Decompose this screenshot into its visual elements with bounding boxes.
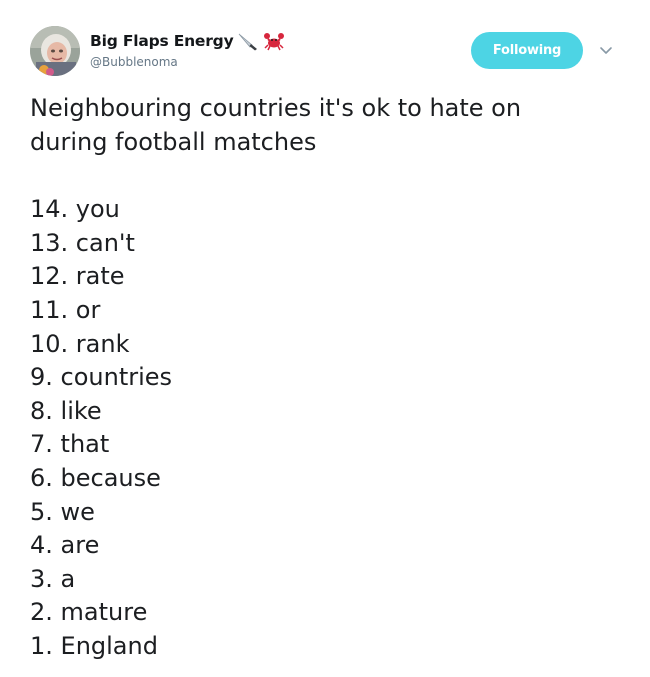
tweet-header: Big Flaps Energy @Bubblenoma Following: [30, 26, 630, 80]
list-item: 13. can't: [30, 228, 135, 257]
display-name[interactable]: Big Flaps Energy: [90, 32, 234, 50]
list-item: 12. rate: [30, 262, 125, 291]
list-item: 8. like: [30, 396, 102, 425]
tweet-intro-line: during football matches: [30, 127, 317, 156]
list-item: 5. we: [30, 497, 95, 526]
list-item: 1. England: [30, 631, 158, 660]
list-item: 11. or: [30, 295, 101, 324]
list-item: 14. you: [30, 195, 120, 224]
tweet: Big Flaps Energy @Bubblenoma Following N…: [0, 0, 650, 677]
user-names: Big Flaps Energy @Bubblenoma: [90, 30, 285, 69]
chevron-down-icon[interactable]: [598, 43, 614, 57]
tweet-text: Neighbouring countries it's ok to hate o…: [30, 92, 630, 664]
list-item: 7. that: [30, 430, 110, 459]
display-name-row: Big Flaps Energy: [90, 30, 285, 52]
list-item: 4. are: [30, 531, 100, 560]
list-item: 2. mature: [30, 598, 148, 627]
avatar[interactable]: [30, 26, 80, 76]
tweet-intro-line: Neighbouring countries it's ok to hate o…: [30, 94, 522, 122]
tweet-list: 14. you 13. can't 12. rate 11. or 10. ra…: [30, 193, 630, 663]
list-item: 10. rank: [30, 329, 130, 358]
knife-icon: [237, 31, 259, 51]
list-item: 3. a: [30, 564, 76, 593]
following-button[interactable]: Following: [471, 32, 583, 69]
list-item: 6. because: [30, 463, 161, 492]
user-handle[interactable]: @Bubblenoma: [90, 55, 285, 69]
crab-icon: [263, 31, 285, 51]
list-item: 9. countries: [30, 363, 173, 392]
avatar-image: [30, 26, 80, 76]
